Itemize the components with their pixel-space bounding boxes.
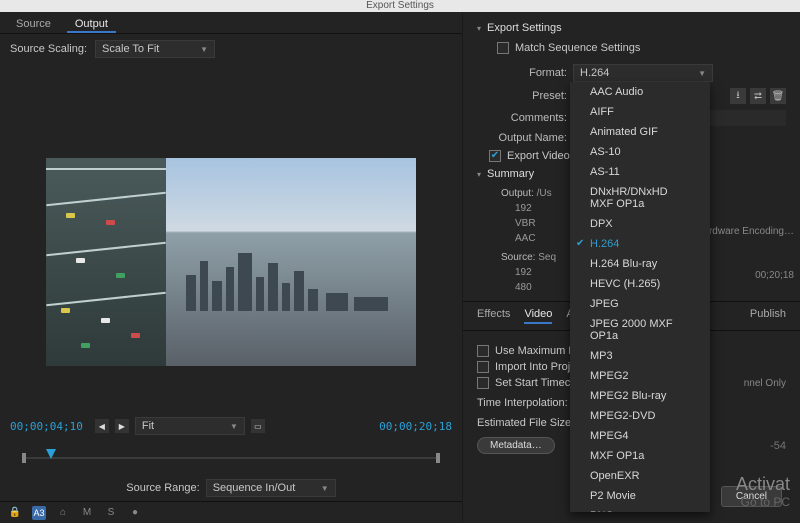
preset-import-icon[interactable]: ⮂	[750, 88, 766, 104]
tab-output[interactable]: Output	[67, 16, 116, 33]
format-option[interactable]: PNG	[570, 506, 710, 512]
time-interp-label: Time Interpolation:	[477, 397, 568, 409]
format-option[interactable]: H.264 Blu-ray	[570, 254, 710, 274]
tab-effects[interactable]: Effects	[477, 308, 510, 324]
summary-title: Summary	[487, 168, 534, 180]
comments-label: Comments:	[477, 112, 567, 124]
format-label: Format:	[477, 67, 567, 79]
source-scaling-value: Scale To Fit	[102, 43, 159, 55]
in-point-handle[interactable]	[22, 453, 26, 463]
timecode-in[interactable]: 00;00;04;10	[10, 420, 83, 433]
prev-frame-button[interactable]: ◀	[95, 419, 109, 433]
playhead[interactable]	[46, 449, 56, 465]
source-tc-hint: 00;20;18	[755, 268, 794, 283]
export-video-checkbox[interactable]	[489, 150, 501, 162]
audio-track-badge[interactable]: A3	[32, 506, 46, 520]
import-into-project-checkbox[interactable]	[477, 361, 489, 373]
format-option[interactable]: MPEG2-DVD	[570, 406, 710, 426]
hw-encoding-hint: ardware Encoding…	[703, 224, 794, 239]
track-icons-row: 🔒 A3 ⌂ M S ●	[0, 501, 462, 523]
format-option[interactable]: MXF OP1a	[570, 446, 710, 466]
format-select[interactable]: H.264 ▼	[573, 64, 713, 82]
set-start-tc-checkbox[interactable]	[477, 377, 489, 389]
format-option[interactable]: AAC Audio	[570, 82, 710, 102]
format-option[interactable]: DPX	[570, 214, 710, 234]
windows-activation-watermark: Activat Go to PC	[736, 474, 790, 509]
neg54-text: -54	[770, 440, 786, 452]
format-option[interactable]: AIFF	[570, 102, 710, 122]
preview-tabs: Source Output	[0, 12, 462, 34]
chevron-down-icon: ▼	[698, 69, 706, 78]
source-range-value: Sequence In/Out	[213, 482, 296, 494]
preview-area	[0, 64, 462, 409]
format-option[interactable]: AS-11	[570, 162, 710, 182]
window-title-bar: Export Settings	[0, 0, 800, 12]
source-scaling-label: Source Scaling:	[10, 43, 87, 55]
export-settings-header[interactable]: ▾ Export Settings	[477, 22, 786, 34]
format-option[interactable]: MPEG2	[570, 366, 710, 386]
format-value: H.264	[580, 67, 609, 79]
format-dropdown[interactable]: AAC AudioAIFFAnimated GIFAS-10AS-11DNxHR…	[570, 82, 710, 512]
nnel-only-text: nnel Only	[744, 378, 786, 389]
tab-publish[interactable]: Publish	[750, 308, 786, 324]
timecode-row: 00;00;04;10 ◀ ▶ Fit ▼ ▭ 00;00;20;18	[0, 409, 462, 443]
format-option[interactable]: Animated GIF	[570, 122, 710, 142]
source-range-label: Source Range:	[126, 482, 199, 494]
format-option[interactable]: MP3	[570, 346, 710, 366]
source-scaling-select[interactable]: Scale To Fit ▼	[95, 40, 215, 58]
format-option[interactable]: AS-10	[570, 142, 710, 162]
timecode-out[interactable]: 00;00;20;18	[379, 420, 452, 433]
fit-value: Fit	[142, 420, 154, 432]
format-option[interactable]: JPEG	[570, 294, 710, 314]
source-scaling-row: Source Scaling: Scale To Fit ▼	[0, 34, 462, 64]
fit-select[interactable]: Fit ▼	[135, 417, 245, 435]
tab-video[interactable]: Video	[524, 308, 552, 324]
next-frame-button[interactable]: ▶	[115, 419, 129, 433]
chevron-down-icon: ▼	[230, 422, 238, 431]
source-range-select[interactable]: Sequence In/Out ▼	[206, 479, 336, 497]
match-sequence-label: Match Sequence Settings	[515, 42, 640, 54]
window-title: Export Settings	[366, 0, 434, 11]
output-name-label: Output Name:	[477, 132, 567, 144]
format-option[interactable]: OpenEXR	[570, 466, 710, 486]
preset-delete-icon[interactable]: 🗑	[770, 88, 786, 104]
voiceover-icon[interactable]: ●	[128, 506, 142, 520]
lock-icon[interactable]: 🔒	[8, 506, 22, 520]
source-range-row: Source Range: Sequence In/Out ▼	[0, 473, 462, 501]
disclosure-down-icon: ▾	[477, 170, 481, 179]
format-option[interactable]: HEVC (H.265)	[570, 274, 710, 294]
format-option[interactable]: DNxHR/DNxHD MXF OP1a	[570, 182, 710, 214]
format-option[interactable]: MPEG4	[570, 426, 710, 446]
out-point-handle[interactable]	[436, 453, 440, 463]
mute-icon[interactable]: M	[80, 506, 94, 520]
export-settings-title: Export Settings	[487, 22, 562, 34]
home-icon[interactable]: ⌂	[56, 506, 70, 520]
format-option[interactable]: MPEG2 Blu-ray	[570, 386, 710, 406]
use-max-render-checkbox[interactable]	[477, 345, 489, 357]
format-option[interactable]: H.264	[570, 234, 710, 254]
metadata-button[interactable]: Metadata…	[477, 437, 555, 454]
video-preview[interactable]	[46, 158, 416, 366]
format-option[interactable]: P2 Movie	[570, 486, 710, 506]
export-video-label: Export Video	[507, 150, 570, 162]
preview-right-frame	[166, 158, 416, 366]
tab-source[interactable]: Source	[8, 16, 59, 33]
chevron-down-icon: ▼	[321, 484, 329, 493]
format-option[interactable]: JPEG 2000 MXF OP1a	[570, 314, 710, 346]
est-size-label: Estimated File Size:	[477, 417, 574, 429]
solo-icon[interactable]: S	[104, 506, 118, 520]
preset-label: Preset:	[477, 90, 567, 102]
preview-panel: Source Output Source Scaling: Scale To F…	[0, 12, 462, 523]
chevron-down-icon: ▼	[200, 45, 208, 54]
timeline-slider[interactable]	[12, 443, 450, 473]
disclosure-down-icon: ▾	[477, 24, 481, 33]
preset-save-icon[interactable]: ⭳	[730, 88, 746, 104]
match-sequence-checkbox[interactable]	[497, 42, 509, 54]
aspect-toggle-button[interactable]: ▭	[251, 419, 265, 433]
preview-left-frame	[46, 158, 166, 366]
